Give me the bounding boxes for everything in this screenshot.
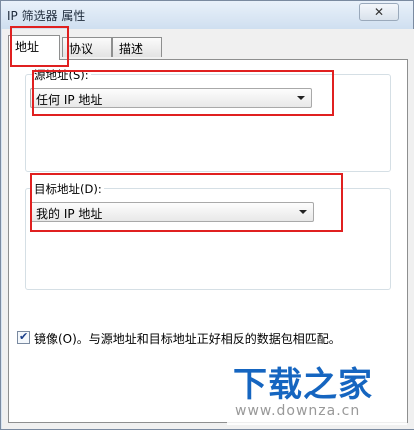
chevron-down-icon — [297, 96, 305, 100]
close-button[interactable]: ✕ — [359, 3, 399, 21]
mirror-checkbox-label[interactable]: 镜像(O)。与源地址和目标地址正好相反的数据包相匹配。 — [34, 330, 341, 347]
checkmark-icon: ✔ — [19, 330, 29, 343]
destination-address-label: 目标地址(D): — [32, 181, 104, 197]
source-address-group: 源地址(S): 任何 IP 地址 — [25, 67, 391, 172]
tab-protocol[interactable]: 协议 — [62, 37, 112, 57]
window-title: IP 筛选器 属性 — [7, 9, 86, 23]
watermark-brand: 下载之家 — [233, 365, 373, 405]
watermark-url: www.downza.cn — [235, 403, 361, 419]
source-address-dropdown[interactable]: 任何 IP 地址 — [30, 88, 312, 108]
destination-address-group: 目标地址(D): 我的 IP 地址 — [25, 181, 391, 290]
tab-address[interactable]: 地址 — [8, 35, 60, 60]
mirror-checkbox[interactable]: ✔ — [17, 330, 30, 344]
destination-address-dropdown[interactable]: 我的 IP 地址 — [30, 202, 314, 222]
watermark-logo: 下载之家 www.downza.cn — [227, 353, 407, 425]
close-icon: ✕ — [373, 5, 385, 19]
source-address-value: 任何 IP 地址 — [36, 93, 103, 107]
destination-address-value: 我的 IP 地址 — [36, 207, 103, 221]
dialog-window: IP 筛选器 属性 ✕ 地址 协议 描述 源地址(S): 任何 IP 地址 目标… — [0, 0, 414, 430]
title-bar[interactable]: IP 筛选器 属性 ✕ — [1, 1, 413, 29]
tab-description[interactable]: 描述 — [112, 37, 162, 57]
chevron-down-icon — [299, 210, 307, 214]
source-address-label: 源地址(S): — [32, 67, 91, 83]
